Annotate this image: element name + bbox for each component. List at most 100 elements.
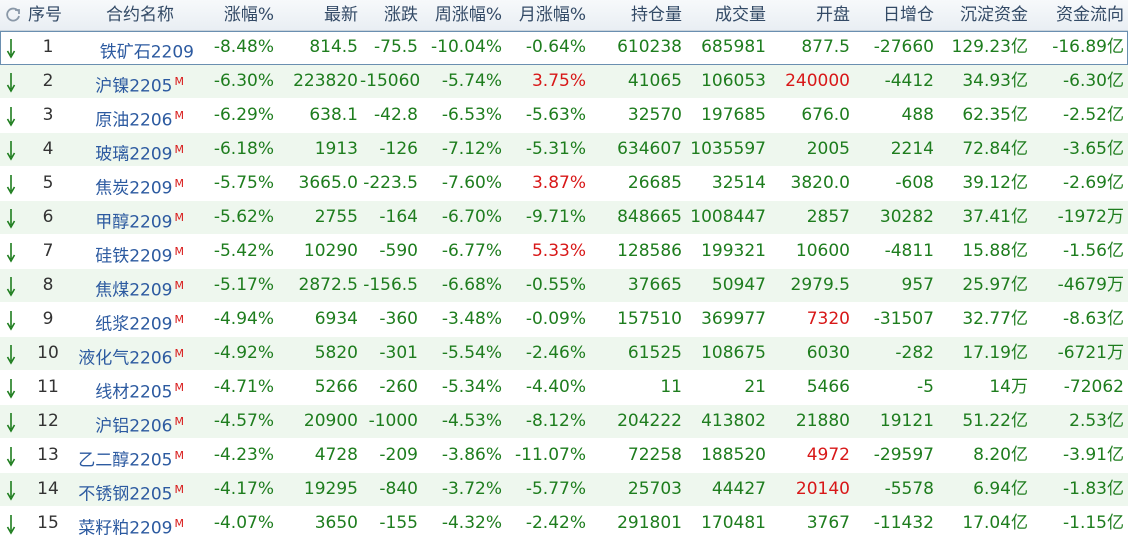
- row-index: 6: [42, 207, 54, 227]
- fund-flow: -4679万: [1057, 275, 1124, 295]
- open-price: 10600: [795, 241, 850, 261]
- last-price: 2755: [314, 207, 358, 227]
- contract-name[interactable]: 硅铁2209 M: [76, 235, 184, 268]
- fund-flow: -2.69亿: [1063, 173, 1124, 193]
- col-volume[interactable]: 成交量: [684, 0, 766, 30]
- open-price: 2005: [806, 139, 850, 159]
- contract-name[interactable]: 线材2205 M: [76, 371, 184, 404]
- table-row[interactable]: 14 不锈钢2205 M -4.17% 19295 -840 -3.72% -5.77% 257…: [0, 473, 1128, 507]
- volume: 108675: [701, 343, 766, 363]
- arrow-down-icon: [6, 141, 16, 161]
- contract-name-text: 焦煤2209: [95, 280, 173, 301]
- col-change[interactable]: 涨跌: [360, 0, 418, 30]
- week-pct: -6.68%: [441, 275, 502, 295]
- week-pct: -10.04%: [431, 37, 502, 57]
- col-change-pct[interactable]: 涨幅%: [198, 0, 274, 30]
- table-row[interactable]: 1 铁矿石2209 -8.48% 814.5 -75.5 -10.04% -0.64% 610…: [0, 31, 1128, 65]
- daily-oi-change: -4412: [884, 71, 934, 91]
- col-month-pct[interactable]: 月涨幅%: [506, 0, 586, 30]
- contract-name[interactable]: 菜籽粕2209 M: [76, 507, 184, 540]
- table-row[interactable]: 5 焦炭2209 M -5.75% 3665.0 -223.5 -7.60% 3.87% 266…: [0, 167, 1128, 201]
- open-interest: 157510: [617, 309, 682, 329]
- daily-oi-change: -4811: [884, 241, 934, 261]
- contract-name[interactable]: 原油2206 M: [76, 99, 184, 132]
- table-row[interactable]: 4 玻璃2209 M -6.18% 1913 -126 -7.12% -5.31% 634607…: [0, 133, 1128, 167]
- col-open[interactable]: 开盘: [770, 0, 850, 30]
- contract-name-text: 液化气2206: [78, 348, 173, 369]
- table-row[interactable]: 2 沪镍2205 M -6.30% 223820 -15060 -5.74% 3.75% 410…: [0, 65, 1128, 99]
- table-row[interactable]: 8 焦煤2209 M -5.17% 2872.5 -156.5 -6.68% -0.55% 37…: [0, 269, 1128, 303]
- last-price: 1913: [314, 139, 358, 159]
- open-price: 3767: [806, 513, 850, 533]
- daily-oi-change: 488: [901, 105, 934, 125]
- month-pct: 3.87%: [531, 173, 586, 193]
- contract-name[interactable]: 焦煤2209 M: [76, 269, 184, 302]
- contract-name[interactable]: 纸浆2209 M: [76, 303, 184, 336]
- contract-name[interactable]: 乙二醇2205 M: [76, 439, 184, 472]
- arrow-down-icon: [6, 515, 16, 535]
- daily-oi-change: 2214: [890, 139, 934, 159]
- open-interest: 72258: [627, 445, 682, 465]
- month-pct: -5.63%: [525, 105, 586, 125]
- refresh-icon[interactable]: [4, 6, 22, 24]
- contract-name[interactable]: 不锈钢2205 M: [76, 473, 184, 506]
- table-row[interactable]: 7 硅铁2209 M -5.42% 10290 -590 -6.77% 5.33% 128586…: [0, 235, 1128, 269]
- row-index: 7: [42, 241, 54, 261]
- contract-name[interactable]: 铁矿石2209: [76, 31, 196, 64]
- open-interest: 26685: [627, 173, 682, 193]
- contract-name[interactable]: 焦炭2209 M: [76, 167, 184, 200]
- arrow-down-icon: [6, 73, 16, 93]
- col-index[interactable]: 序号: [28, 0, 68, 30]
- settled-funds: 129.23亿: [951, 37, 1028, 57]
- main-contract-badge: M: [174, 177, 185, 190]
- table-row[interactable]: 13 乙二醇2205 M -4.23% 4728 -209 -3.86% -11.07% 722…: [0, 439, 1128, 473]
- month-pct: -0.55%: [525, 275, 586, 295]
- arrow-down-icon: [6, 481, 16, 501]
- contract-name[interactable]: 玻璃2209 M: [76, 133, 184, 166]
- daily-oi-change: -5: [917, 377, 934, 397]
- col-settled-funds[interactable]: 沉淀资金: [936, 0, 1028, 30]
- arrow-down-icon: [6, 175, 16, 195]
- change-value: -360: [379, 309, 418, 329]
- col-last[interactable]: 最新: [282, 0, 358, 30]
- table-row[interactable]: 11 线材2205 M -4.71% 5266 -260 -5.34% -4.40% 11 21 5…: [0, 371, 1128, 405]
- col-contract-name[interactable]: 合约名称: [92, 0, 188, 30]
- fund-flow: -1.15亿: [1063, 513, 1124, 533]
- table-row[interactable]: 6 甲醇2209 M -5.62% 2755 -164 -6.70% -9.71% 848665…: [0, 201, 1128, 235]
- col-open-interest[interactable]: 持仓量: [600, 0, 682, 30]
- main-contract-badge: M: [174, 279, 185, 292]
- open-price: 676.0: [801, 105, 850, 125]
- row-index: 4: [42, 139, 54, 159]
- col-daily-oi-change[interactable]: 日增仓: [854, 0, 934, 30]
- main-contract-badge: M: [174, 143, 185, 156]
- table-row[interactable]: 3 原油2206 M -6.29% 638.1 -42.8 -6.53% -5.63% 3257…: [0, 99, 1128, 133]
- volume: 199321: [701, 241, 766, 261]
- contract-name[interactable]: 甲醇2209 M: [76, 201, 184, 234]
- month-pct: -0.09%: [525, 309, 586, 329]
- change-value: -209: [379, 445, 418, 465]
- table-row[interactable]: 10 液化气2206 M -4.92% 5820 -301 -5.54% -2.46% 6152…: [0, 337, 1128, 371]
- col-fund-flow[interactable]: 资金流向: [1032, 0, 1124, 30]
- table-row[interactable]: 12 沪铝2206 M -4.57% 20900 -1000 -4.53% -8.12% 204…: [0, 405, 1128, 439]
- change-pct: -5.62%: [213, 207, 274, 227]
- arrow-down-icon: [6, 447, 16, 467]
- contract-name[interactable]: 液化气2206 M: [76, 337, 184, 370]
- table-row[interactable]: 15 菜籽粕2209 M -4.07% 3650 -155 -4.32% -2.42% 2918…: [0, 507, 1128, 541]
- settled-funds: 39.12亿: [962, 173, 1028, 193]
- contract-name[interactable]: 沪镍2205 M: [76, 65, 184, 98]
- week-pct: -3.72%: [441, 479, 502, 499]
- daily-oi-change: -11432: [873, 513, 934, 533]
- open-price: 3820.0: [790, 173, 850, 193]
- contract-name[interactable]: 沪铝2206 M: [76, 405, 184, 438]
- change-value: -42.8: [374, 105, 418, 125]
- change-value: -1000: [368, 411, 418, 431]
- change-pct: -6.30%: [213, 71, 274, 91]
- open-interest: 291801: [617, 513, 682, 533]
- change-pct: -4.17%: [213, 479, 274, 499]
- main-contract-badge: M: [174, 483, 185, 496]
- change-value: -155: [379, 513, 418, 533]
- table-row[interactable]: 9 纸浆2209 M -4.94% 6934 -360 -3.48% -0.09% 157510…: [0, 303, 1128, 337]
- last-price: 5820: [314, 343, 358, 363]
- col-week-pct[interactable]: 周涨幅%: [424, 0, 502, 30]
- change-value: -156.5: [363, 275, 418, 295]
